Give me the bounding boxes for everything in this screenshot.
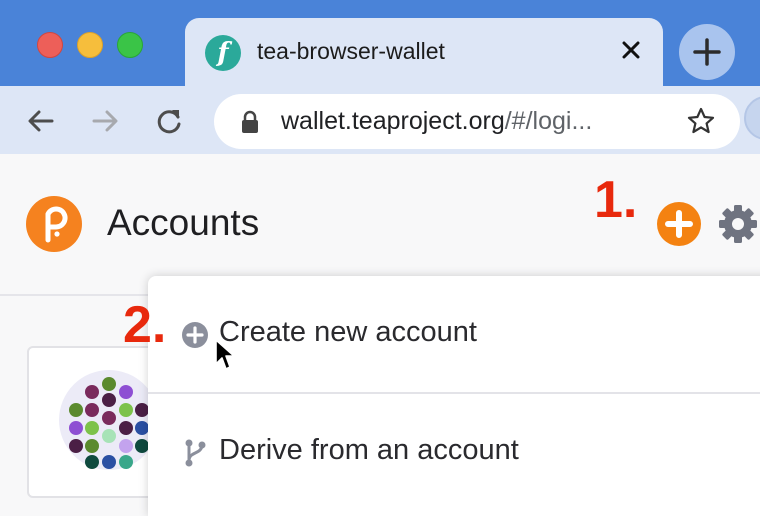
menu-item-label: Create new account (219, 316, 477, 348)
branch-icon (185, 439, 206, 467)
reload-icon[interactable] (154, 106, 184, 136)
tea-favicon-icon: f (205, 35, 241, 71)
step-2-annotation: 2. (123, 296, 167, 354)
arrow-left-icon[interactable] (26, 106, 56, 136)
plus-circle-icon (665, 210, 693, 238)
mouse-cursor-icon (215, 339, 235, 370)
plus-icon (693, 38, 721, 66)
url-host: wallet.teaproject.org (281, 107, 505, 135)
browser-titlebar: f tea-browser-wallet (0, 0, 760, 86)
wallet-page: Accounts 1. Create new account Derive fr… (0, 154, 760, 516)
address-bar[interactable]: wallet.teaproject.org/#/logi... (214, 94, 740, 149)
url-text[interactable]: wallet.teaproject.org/#/logi... (281, 107, 592, 136)
add-account-button[interactable] (657, 202, 701, 246)
lock-icon[interactable] (240, 110, 260, 134)
polkadot-logo-icon (26, 196, 82, 252)
menu-item-create-account[interactable]: Create new account (148, 276, 760, 392)
identicon-graphic (69, 377, 149, 469)
window-minimize-button[interactable] (77, 32, 103, 58)
add-account-menu: Create new account Derive from an accoun… (148, 276, 760, 516)
menu-item-label: Derive from an account (219, 434, 519, 466)
window-zoom-button[interactable] (117, 32, 143, 58)
step-1-annotation: 1. (594, 171, 638, 229)
browser-tab[interactable]: f tea-browser-wallet (185, 18, 663, 86)
profile-avatar[interactable] (744, 96, 760, 140)
arrow-right-icon[interactable] (90, 106, 120, 136)
tab-title: tea-browser-wallet (257, 38, 445, 64)
gear-icon[interactable] (716, 202, 760, 246)
url-path: /#/logi... (504, 107, 593, 135)
star-icon[interactable] (686, 106, 716, 136)
browser-toolbar: wallet.teaproject.org/#/logi... (0, 86, 760, 154)
window-close-button[interactable] (37, 32, 63, 58)
identicon (59, 370, 159, 470)
menu-item-derive-account[interactable]: Derive from an account (148, 394, 760, 510)
close-icon[interactable] (617, 36, 645, 64)
plus-circle-icon (182, 322, 208, 348)
new-tab-button[interactable] (679, 24, 735, 80)
page-title: Accounts (107, 202, 260, 243)
